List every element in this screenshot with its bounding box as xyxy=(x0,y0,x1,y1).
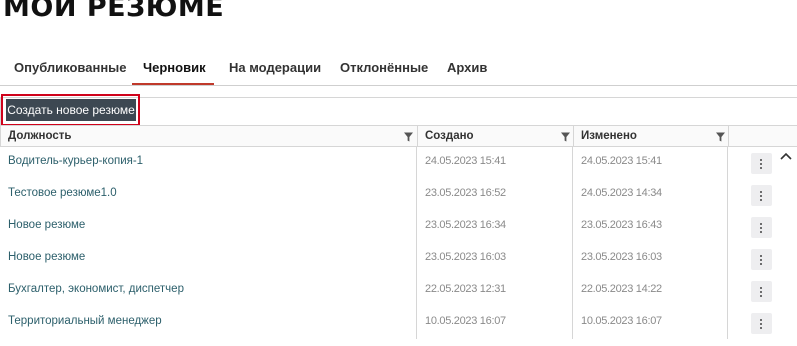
cell-position: Новое резюме xyxy=(0,243,417,275)
cell-created: 22.05.2023 12:31 xyxy=(417,275,573,307)
position-link[interactable]: Новое резюме xyxy=(8,251,85,263)
scroll-up-chevron-icon[interactable] xyxy=(780,151,792,161)
cell-modified: 24.05.2023 14:34 xyxy=(573,179,728,211)
tabs-divider xyxy=(0,85,797,86)
cell-created: 10.05.2023 16:07 xyxy=(417,307,573,339)
tab-bar: Опубликованные Черновик На модерации Отк… xyxy=(0,52,797,86)
column-header-label: Изменено xyxy=(581,130,637,142)
cell-modified: 10.05.2023 16:07 xyxy=(573,307,728,339)
cell-created: 23.05.2023 16:03 xyxy=(417,243,573,275)
cell-created: 23.05.2023 16:52 xyxy=(417,179,573,211)
row-menu-button[interactable] xyxy=(751,217,772,238)
resume-table: Должность Создано Изменено Водитель-курь… xyxy=(0,125,797,346)
position-link[interactable]: Новое резюме xyxy=(8,219,85,231)
cell-position: Тестовое резюме1.0 xyxy=(0,179,417,211)
created-date: 22.05.2023 12:31 xyxy=(425,283,506,295)
table-header: Должность Создано Изменено xyxy=(0,125,797,147)
table-row: Новое резюме 23.05.2023 16:03 23.05.2023… xyxy=(0,243,797,275)
cell-modified: 23.05.2023 16:03 xyxy=(573,243,728,275)
created-date: 24.05.2023 15:41 xyxy=(425,155,506,167)
modified-date: 22.05.2023 14:22 xyxy=(581,283,662,295)
cell-position: Водитель-курьер-копия-1 xyxy=(0,147,417,179)
tab-moderation[interactable]: На модерации xyxy=(227,60,323,86)
position-link[interactable]: Бухгалтер, экономист, диспетчер xyxy=(8,283,184,295)
table-row: Бухгалтер, экономист, диспетчер 22.05.20… xyxy=(0,275,797,307)
row-menu-button[interactable] xyxy=(751,153,772,174)
modified-date: 24.05.2023 15:41 xyxy=(581,155,662,167)
created-date: 23.05.2023 16:03 xyxy=(425,251,506,263)
filter-icon[interactable] xyxy=(561,132,570,142)
column-header-label: Должность xyxy=(8,130,72,142)
filter-icon[interactable] xyxy=(716,132,725,142)
position-link[interactable]: Тестовое резюме1.0 xyxy=(8,187,117,199)
table-row: Водитель-курьер-копия-1 24.05.2023 15:41… xyxy=(0,147,797,179)
cell-position: Новое резюме xyxy=(0,211,417,243)
row-menu-button[interactable] xyxy=(751,249,772,270)
tab-archive[interactable]: Архив xyxy=(445,60,489,86)
position-link[interactable]: Водитель-курьер-копия-1 xyxy=(8,155,143,167)
filter-icon[interactable] xyxy=(404,132,413,142)
tab-published[interactable]: Опубликованные xyxy=(12,60,129,86)
cell-created: 24.05.2023 15:41 xyxy=(417,147,573,179)
cell-position: Бухгалтер, экономист, диспетчер xyxy=(0,275,417,307)
cell-modified: 24.05.2023 15:41 xyxy=(573,147,728,179)
page-title: МОИ РЕЗЮМЕ xyxy=(3,0,225,23)
row-menu-button[interactable] xyxy=(751,313,772,334)
modified-date: 23.05.2023 16:03 xyxy=(581,251,662,263)
cell-modified: 23.05.2023 16:43 xyxy=(573,211,728,243)
created-date: 10.05.2023 16:07 xyxy=(425,315,506,327)
column-header-label: Создано xyxy=(425,130,474,142)
cell-created: 23.05.2023 16:34 xyxy=(417,211,573,243)
table-row: Территориальный менеджер 10.05.2023 16:0… xyxy=(0,307,797,339)
created-date: 23.05.2023 16:52 xyxy=(425,187,506,199)
modified-date: 24.05.2023 14:34 xyxy=(581,187,662,199)
cell-position: Территориальный менеджер xyxy=(0,307,417,339)
column-header-position[interactable]: Должность xyxy=(1,126,418,147)
row-menu-button[interactable] xyxy=(751,185,772,206)
table-row: Новое резюме 23.05.2023 16:34 23.05.2023… xyxy=(0,211,797,243)
tab-rejected[interactable]: Отклонённые xyxy=(338,60,430,86)
column-header-modified[interactable]: Изменено xyxy=(574,126,729,147)
modified-date: 23.05.2023 16:43 xyxy=(581,219,662,231)
position-link[interactable]: Территориальный менеджер xyxy=(8,315,162,327)
created-date: 23.05.2023 16:34 xyxy=(425,219,506,231)
table-row: Тестовое резюме1.0 23.05.2023 16:52 24.0… xyxy=(0,179,797,211)
create-resume-button[interactable]: Создать новое резюме xyxy=(6,99,136,121)
cell-modified: 22.05.2023 14:22 xyxy=(573,275,728,307)
column-header-created[interactable]: Создано xyxy=(418,126,574,147)
modified-date: 10.05.2023 16:07 xyxy=(581,315,662,327)
row-menu-button[interactable] xyxy=(751,281,772,302)
